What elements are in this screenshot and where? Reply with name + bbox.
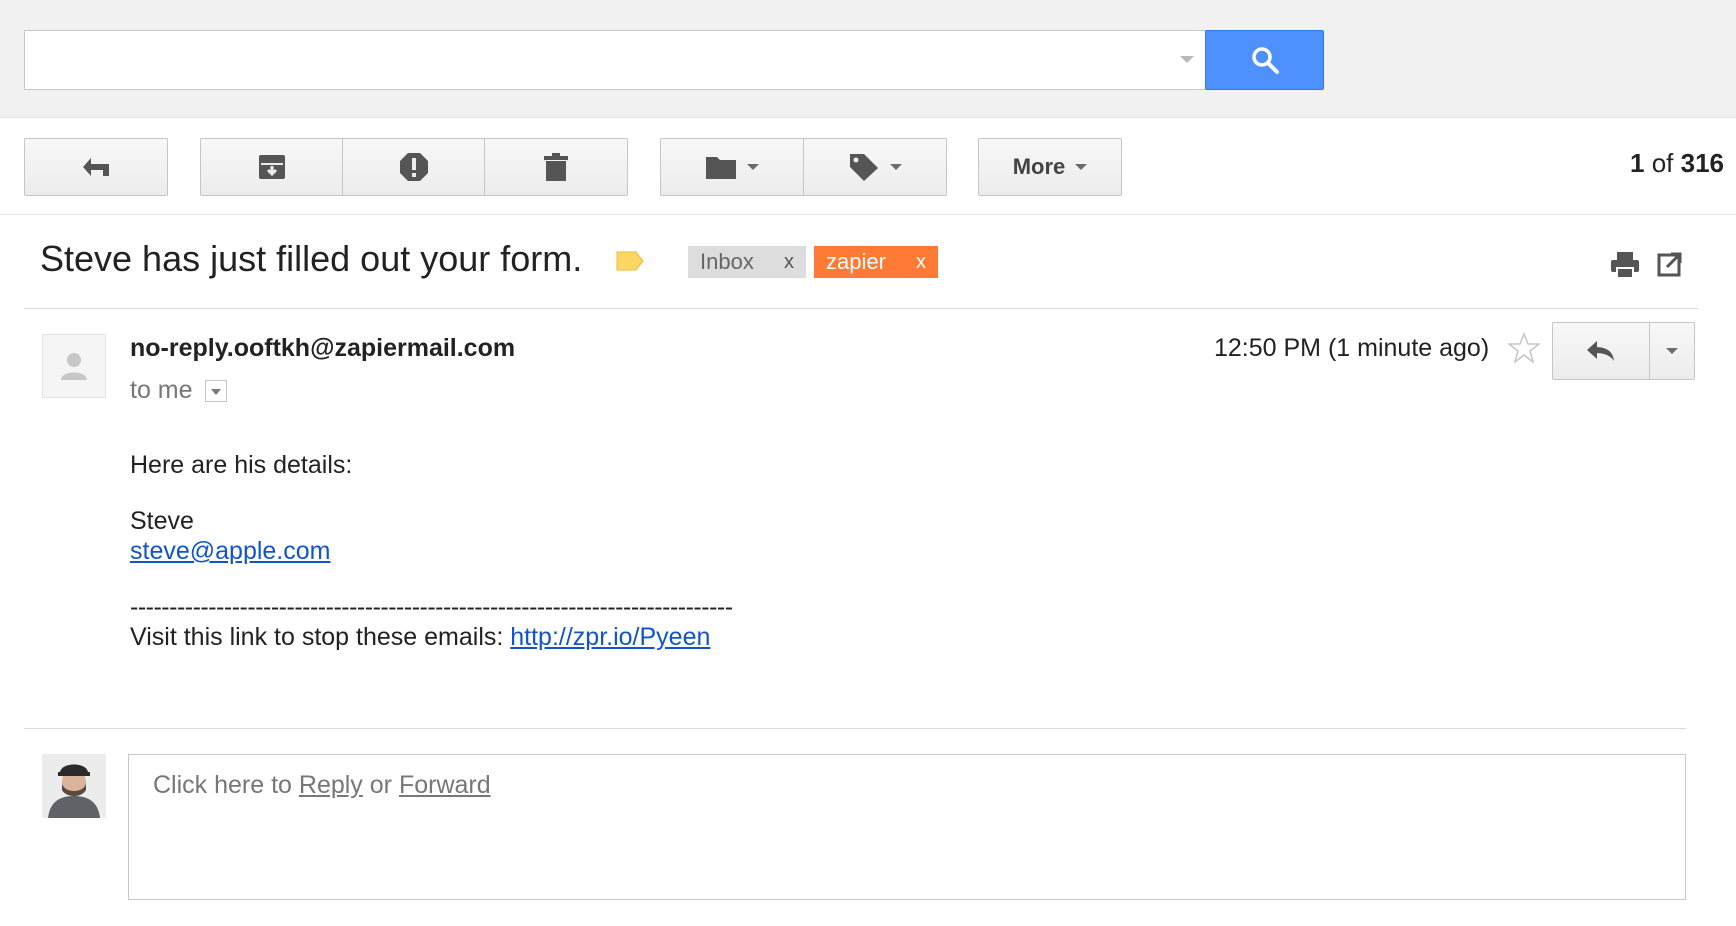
search-header: [0, 0, 1736, 118]
unsubscribe-line: Visit this link to stop these emails: ht…: [130, 622, 733, 652]
search-icon: [1251, 47, 1279, 74]
report-spam-icon: [399, 153, 428, 181]
chevron-down-icon: [747, 164, 759, 170]
unsubscribe-link[interactable]: http://zpr.io/Pyeen: [510, 623, 710, 651]
reply-button[interactable]: [1552, 322, 1650, 380]
report-spam-button[interactable]: [342, 138, 485, 196]
user-avatar: [42, 754, 106, 818]
recipient-line: to me: [130, 376, 227, 405]
body-intro: Here are his details:: [130, 451, 353, 479]
reply-arrow-icon: [1587, 341, 1614, 361]
reply-button-group: [1552, 322, 1695, 380]
move-label-group: [660, 138, 947, 196]
delete-button[interactable]: [484, 138, 628, 196]
back-arrow-icon: [83, 158, 109, 176]
search-input[interactable]: [24, 30, 1206, 90]
remove-label-button[interactable]: x: [916, 251, 926, 274]
reply-prompt-prefix: Click here to: [153, 771, 299, 799]
message-divider: [24, 728, 1686, 729]
archive-button[interactable]: [200, 138, 343, 196]
back-button[interactable]: [24, 138, 168, 196]
open-new-window-icon[interactable]: [1657, 251, 1683, 277]
reply-link[interactable]: Reply: [299, 771, 363, 799]
sender-address[interactable]: no-reply.ooftkh@zapiermail.com: [130, 334, 515, 363]
person-icon: [61, 353, 87, 380]
star-icon[interactable]: [1508, 332, 1540, 364]
remove-label-button[interactable]: x: [784, 251, 794, 274]
body-contact-name: Steve: [130, 507, 194, 535]
pager-of: of: [1651, 148, 1674, 178]
more-button[interactable]: More: [978, 138, 1122, 196]
user-photo: [42, 754, 106, 818]
chevron-down-icon: [1075, 164, 1088, 170]
more-group: More: [978, 138, 1122, 196]
forward-link[interactable]: Forward: [399, 771, 491, 799]
archive-icon: [258, 155, 285, 179]
pager-current: 1: [1629, 148, 1645, 178]
message-body: Here are his details: Steve steve@apple.…: [130, 450, 733, 652]
subject-divider: [24, 308, 1698, 309]
back-group: [24, 138, 168, 196]
print-icon[interactable]: [1610, 251, 1640, 279]
labels-button[interactable]: [803, 138, 947, 196]
recipient-text: to me: [130, 376, 193, 404]
message-toolbar: More 1 of 316: [0, 118, 1736, 215]
contact-email-link[interactable]: steve@apple.com: [130, 537, 330, 565]
more-actions-button[interactable]: [1649, 322, 1695, 380]
search-options-dropdown-icon[interactable]: [1180, 56, 1194, 63]
reply-or-text: or: [362, 771, 399, 799]
label-chip-zapier[interactable]: zapier x: [814, 246, 938, 278]
importance-marker-icon[interactable]: [616, 251, 644, 271]
sender-avatar: [42, 334, 106, 398]
chevron-down-icon: [890, 164, 902, 170]
chevron-down-icon: [1666, 348, 1678, 354]
folder-icon: [706, 157, 736, 179]
trash-icon: [544, 153, 568, 181]
body-separator: ----------------------------------------…: [130, 593, 733, 621]
label-chip-inbox[interactable]: Inbox x: [688, 246, 806, 278]
archive-spam-delete-group: [200, 138, 628, 196]
label-chip-name: Inbox: [700, 249, 754, 274]
move-to-button[interactable]: [660, 138, 804, 196]
search-button[interactable]: [1205, 30, 1324, 90]
message-timestamp: 12:50 PM (1 minute ago): [1214, 334, 1490, 362]
label-chip-name: zapier: [826, 249, 886, 274]
subject-row: Steve has just filled out your form. Inb…: [0, 215, 1736, 310]
label-icon: [850, 154, 878, 181]
show-details-dropdown-icon[interactable]: [204, 379, 227, 402]
reply-box[interactable]: Click here to Reply or Forward: [128, 754, 1686, 900]
pagination-count: 1 of 316: [1630, 148, 1724, 179]
pager-total: 316: [1680, 148, 1724, 178]
unsubscribe-text: Visit this link to stop these emails:: [130, 623, 511, 651]
reply-prompt: Click here to Reply or Forward: [153, 771, 491, 800]
email-subject: Steve has just filled out your form.: [40, 238, 583, 279]
more-button-label: More: [1012, 154, 1066, 179]
